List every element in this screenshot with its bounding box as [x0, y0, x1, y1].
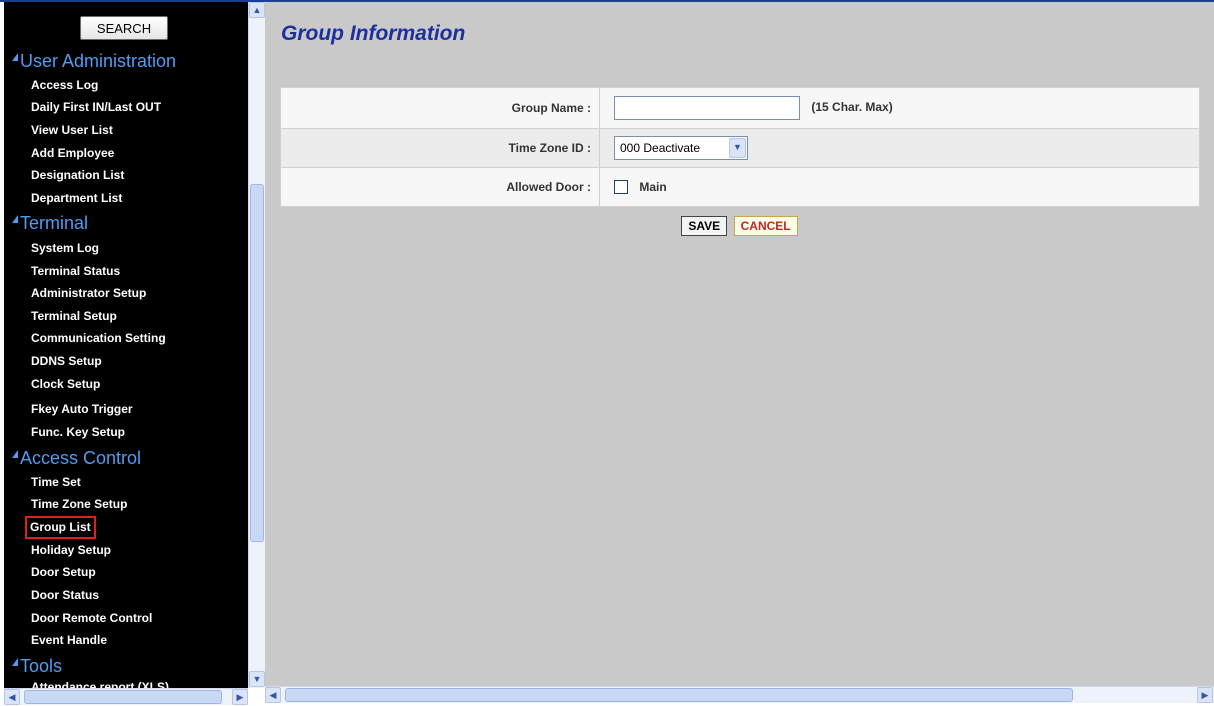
sidebar-item-terminal-status[interactable]: Terminal Status	[31, 262, 120, 281]
sidebar-item-door-setup[interactable]: Door Setup	[31, 563, 96, 582]
main-horizontal-scrollbar[interactable]: ◀ ▶	[265, 686, 1214, 703]
sidebar-item-event-handle[interactable]: Event Handle	[31, 631, 107, 650]
search-button[interactable]: SEARCH	[80, 16, 168, 40]
sidebar-item-holiday-setup[interactable]: Holiday Setup	[31, 541, 111, 560]
allowed-door-cell: Main	[599, 167, 1200, 207]
time-zone-cell: 000 Deactivate ▼	[599, 128, 1200, 168]
sidebar-item-door-status[interactable]: Door Status	[31, 586, 99, 605]
form-row-group-name: Group Name : (15 Char. Max)	[280, 87, 1200, 129]
section-title: Terminal	[20, 213, 89, 233]
sidebar-item-func-key-setup[interactable]: Func. Key Setup	[31, 423, 125, 442]
group-name-input[interactable]	[614, 96, 800, 120]
scroll-right-arrow-icon[interactable]: ▶	[232, 689, 248, 705]
left-horizontal-scrollbar[interactable]: ◀ ▶	[4, 688, 248, 705]
section-heading-terminal: Terminal	[12, 211, 88, 235]
time-zone-selected-value: 000 Deactivate	[620, 141, 701, 155]
sidebar-item-view-user-list[interactable]: View User List	[31, 121, 113, 140]
section-title: Access Control	[20, 448, 142, 468]
sidebar-item-terminal-setup[interactable]: Terminal Setup	[31, 307, 117, 326]
sidebar: SEARCH User Administration Access Log Da…	[4, 2, 248, 688]
group-name-label: Group Name :	[280, 87, 600, 129]
scroll-down-arrow-icon[interactable]: ▼	[249, 671, 265, 687]
scrollbar-thumb[interactable]	[285, 688, 1073, 702]
sidebar-item-time-set[interactable]: Time Set	[31, 473, 81, 492]
form-row-allowed-door: Allowed Door : Main	[280, 167, 1200, 207]
scroll-left-arrow-icon[interactable]: ◀	[4, 689, 20, 705]
section-title: Tools	[20, 656, 63, 676]
scroll-right-arrow-icon[interactable]: ▶	[1197, 687, 1213, 703]
left-vertical-scrollbar[interactable]: ▲ ▼	[248, 2, 265, 688]
sidebar-item-group-list[interactable]: Group List	[25, 516, 96, 539]
sidebar-item-department-list[interactable]: Department List	[31, 189, 122, 208]
page-title: Group Information	[281, 22, 466, 45]
main-content: Group Information Group Name : (15 Char.…	[265, 0, 1214, 686]
group-name-cell: (15 Char. Max)	[599, 87, 1200, 129]
sidebar-item-administrator-setup[interactable]: Administrator Setup	[31, 284, 146, 303]
triangle-icon	[12, 658, 18, 666]
sidebar-item-designation-list[interactable]: Designation List	[31, 166, 124, 185]
door-main-checkbox[interactable]	[614, 180, 628, 195]
sidebar-item-access-log[interactable]: Access Log	[31, 76, 98, 95]
scrollbar-thumb[interactable]	[250, 184, 264, 542]
section-heading-user-administration: User Administration	[12, 49, 176, 73]
sidebar-item-time-zone-setup[interactable]: Time Zone Setup	[31, 495, 127, 514]
sidebar-item-clock-setup[interactable]: Clock Setup	[31, 375, 100, 394]
scrollbar-thumb[interactable]	[24, 690, 222, 704]
form-buttons: SAVE CANCEL	[265, 216, 1214, 236]
section-title: User Administration	[20, 51, 177, 71]
group-form: Group Name : (15 Char. Max) Time Zone ID…	[280, 87, 1200, 207]
left-navigation-frame: SEARCH User Administration Access Log Da…	[0, 0, 265, 706]
triangle-icon	[12, 53, 18, 61]
sidebar-item-add-employee[interactable]: Add Employee	[31, 144, 114, 163]
form-row-time-zone: Time Zone ID : 000 Deactivate ▼	[280, 128, 1200, 168]
scroll-left-arrow-icon[interactable]: ◀	[265, 687, 281, 703]
section-heading-access-control: Access Control	[12, 446, 141, 470]
door-main-label: Main	[639, 180, 667, 195]
sidebar-item-attendance-report[interactable]: Attendance report (XLS)	[31, 678, 169, 688]
sidebar-item-ddns-setup[interactable]: DDNS Setup	[31, 352, 102, 371]
sidebar-item-fkey-auto-trigger[interactable]: Fkey Auto Trigger	[31, 400, 133, 419]
chevron-down-icon[interactable]: ▼	[729, 138, 746, 158]
group-name-hint: (15 Char. Max)	[811, 100, 893, 115]
save-button[interactable]: SAVE	[681, 216, 728, 236]
sidebar-item-communication-setting[interactable]: Communication Setting	[31, 329, 166, 348]
allowed-door-label: Allowed Door :	[280, 167, 600, 207]
time-zone-label: Time Zone ID :	[280, 128, 600, 168]
sidebar-item-daily-first-in-last-out[interactable]: Daily First IN/Last OUT	[31, 98, 161, 117]
sidebar-item-system-log[interactable]: System Log	[31, 239, 99, 258]
time-zone-select[interactable]: 000 Deactivate ▼	[614, 136, 748, 160]
sidebar-item-door-remote-control[interactable]: Door Remote Control	[31, 609, 152, 628]
section-heading-tools: Tools	[12, 654, 62, 678]
cancel-button[interactable]: CANCEL	[733, 216, 798, 236]
triangle-icon	[12, 450, 18, 458]
scroll-up-arrow-icon[interactable]: ▲	[249, 2, 265, 18]
triangle-icon	[12, 215, 18, 223]
